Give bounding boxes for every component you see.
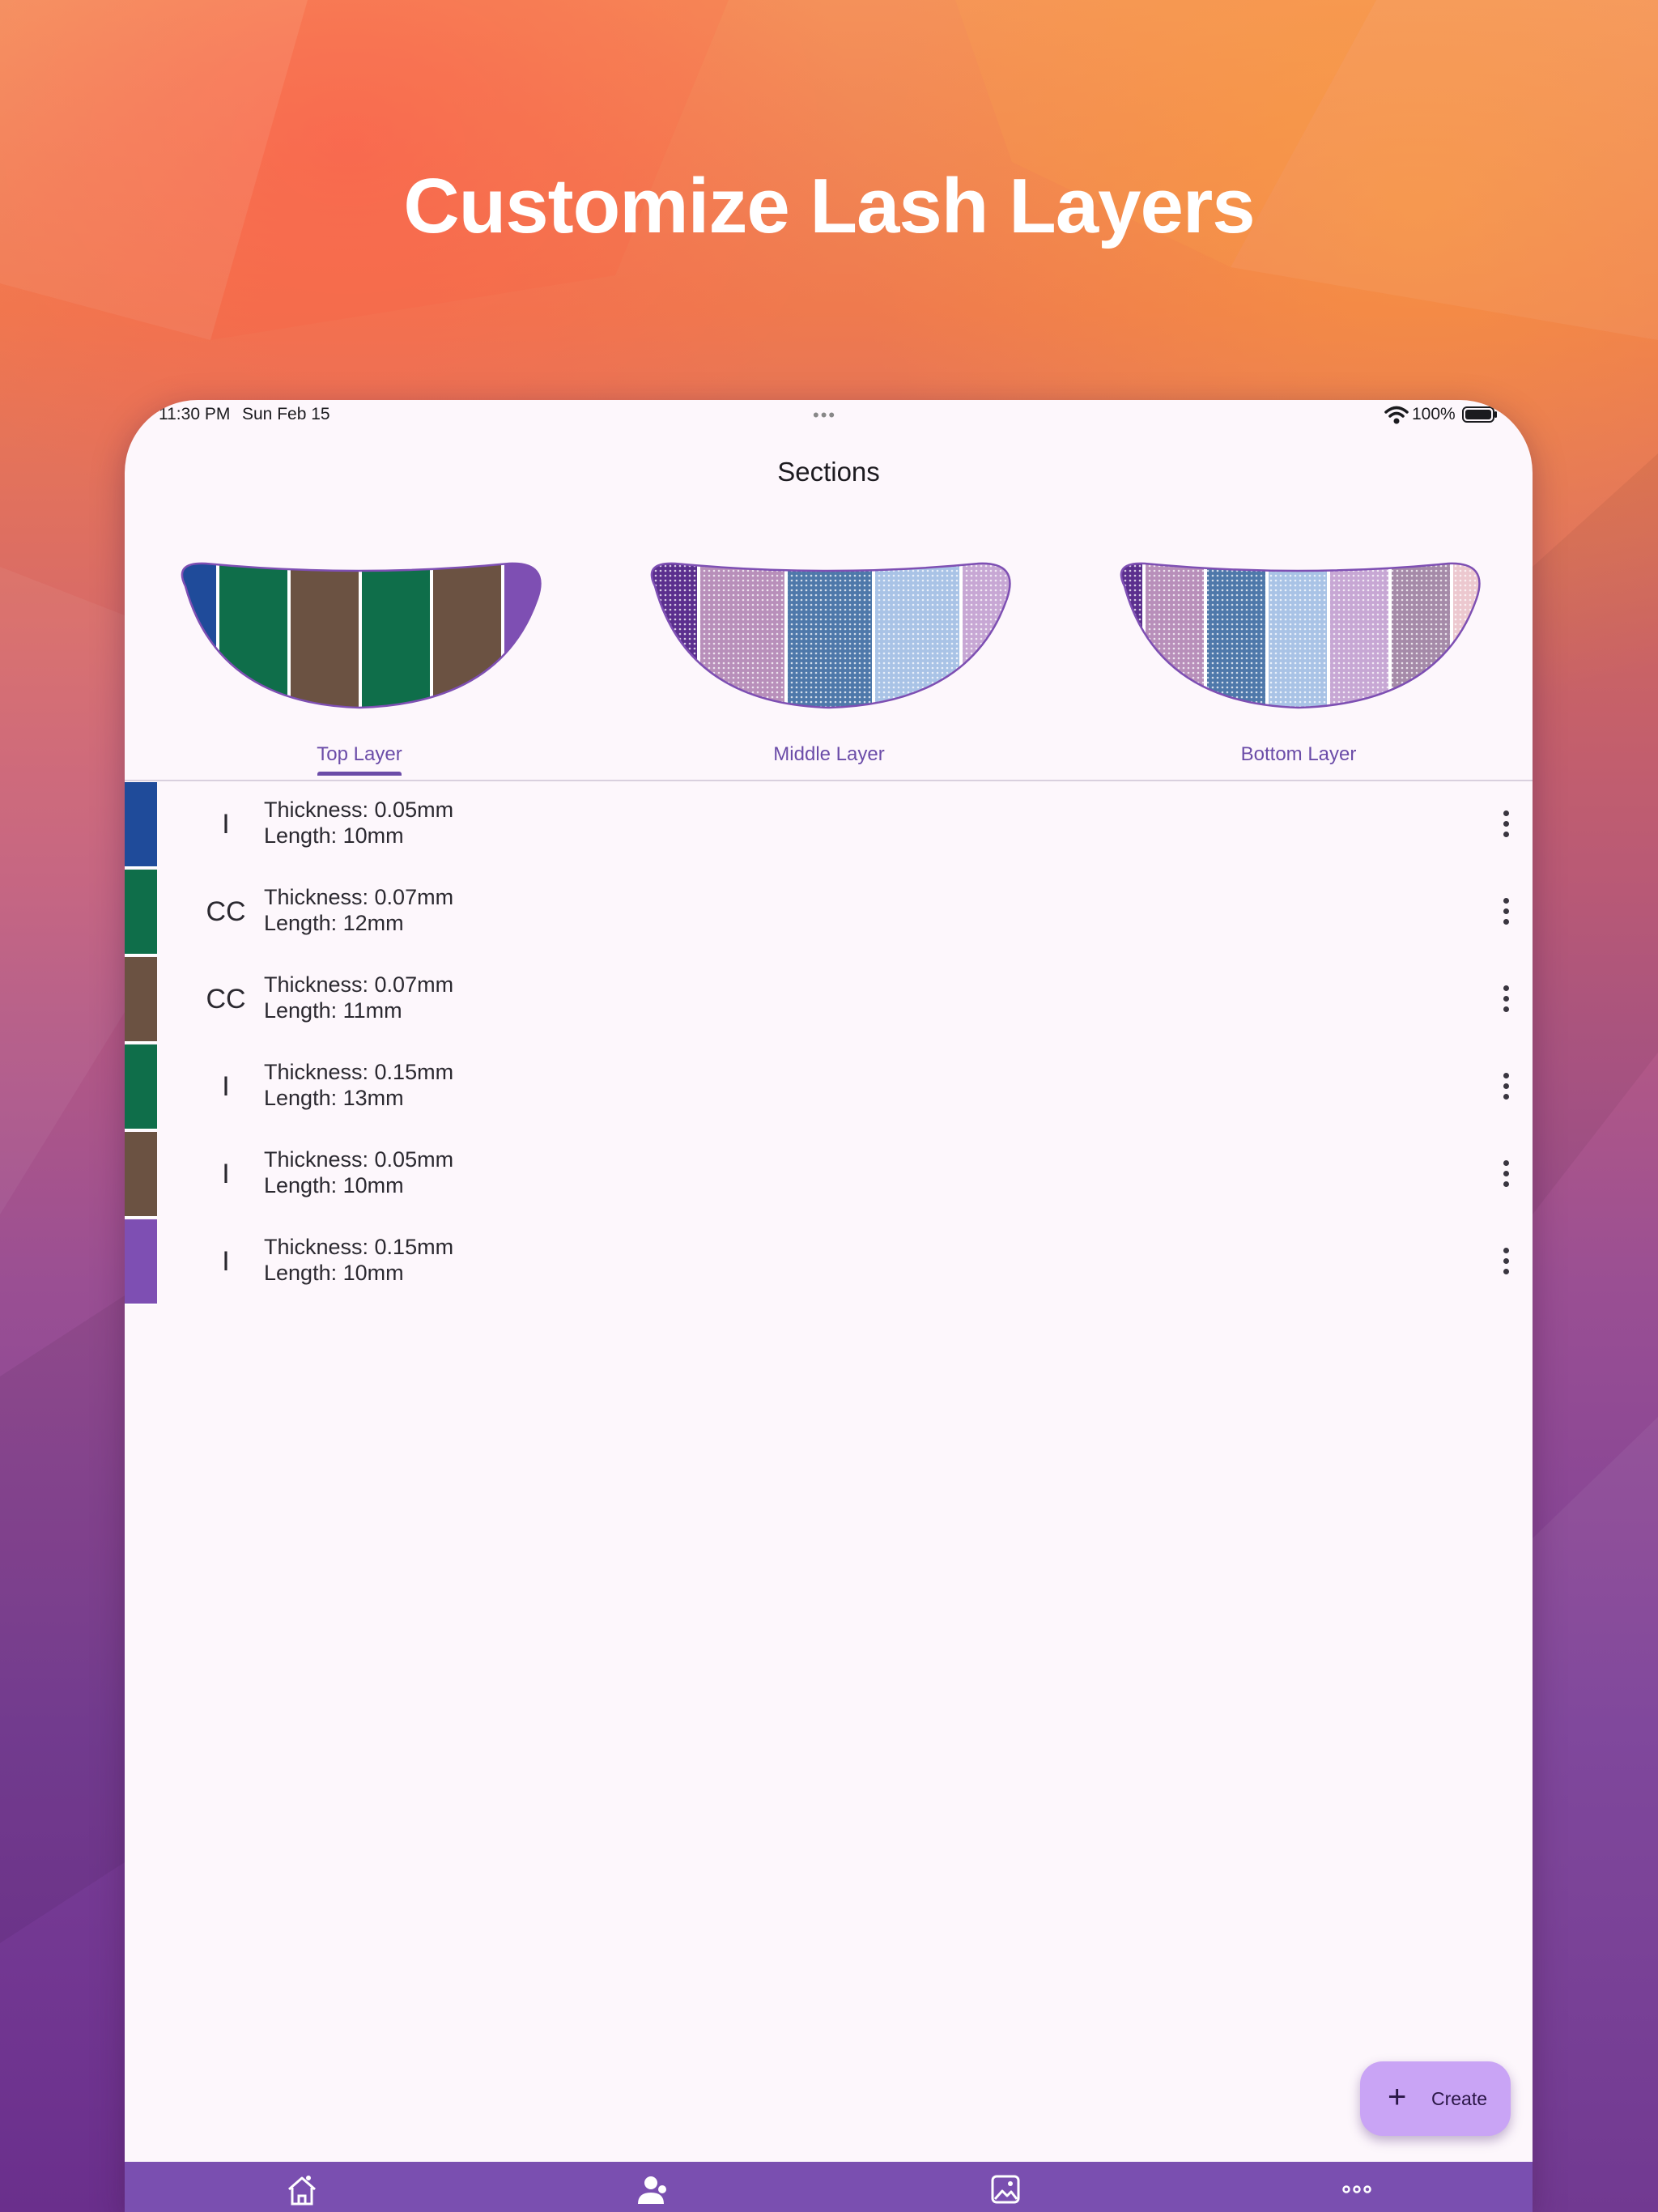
tab-label: Bottom Layer [1240,743,1357,765]
list-item[interactable]: I Thickness: 0.05mm Length: 10mm [125,781,1533,868]
status-bar: 11:30 PM Sun Feb 15 ••• 100% [125,400,1533,432]
section-info: Thickness: 0.05mm Length: 10mm [264,1146,453,1198]
length-text: Length: 10mm [264,1173,404,1197]
more-vert-icon[interactable] [1501,985,1511,1013]
thickness-text: Thickness: 0.05mm [264,798,454,822]
color-swatch [125,1219,157,1305]
thickness-text: Thickness: 0.07mm [264,972,454,997]
layer-tabs: Top Layer Middle Layer Bottom Layer [125,538,1533,781]
color-swatch [125,1132,157,1218]
status-date: Sun Feb 15 [242,405,330,423]
tab-middle-layer[interactable]: Middle Layer [594,538,1064,781]
color-swatch [125,870,157,955]
thickness-text: Thickness: 0.15mm [264,1235,454,1259]
length-text: Length: 10mm [264,1261,404,1285]
plus-icon: + [1388,2079,1407,2115]
section-info: Thickness: 0.07mm Length: 12mm [264,884,453,936]
list-item[interactable]: I Thickness: 0.15mm Length: 10mm [125,1218,1533,1305]
bottom-navigation [125,2162,1533,2212]
section-info: Thickness: 0.05mm Length: 10mm [264,797,453,849]
more-vert-icon[interactable] [1501,1248,1511,1275]
gallery-icon[interactable] [988,2172,1023,2207]
list-item[interactable]: I Thickness: 0.05mm Length: 10mm [125,1130,1533,1218]
tab-top-layer[interactable]: Top Layer [125,538,594,781]
thickness-text: Thickness: 0.07mm [264,885,454,909]
more-vert-icon[interactable] [1501,810,1511,838]
tablet-screen: 11:30 PM Sun Feb 15 ••• 100% Sections To… [125,400,1533,2212]
length-text: Length: 12mm [264,911,404,935]
color-swatch [125,1044,157,1130]
length-text: Length: 10mm [264,823,404,848]
clients-icon[interactable] [635,2172,670,2207]
tab-label: Middle Layer [773,743,885,765]
list-item[interactable]: CC Thickness: 0.07mm Length: 11mm [125,955,1533,1043]
tab-indicator [317,772,402,776]
middle-layer-diagram [650,562,1011,709]
create-button-label: Create [1431,2088,1488,2109]
length-text: Length: 13mm [264,1086,404,1110]
status-time: 11:30 PM [159,405,231,423]
color-swatch [125,957,157,1043]
list-item[interactable]: CC Thickness: 0.07mm Length: 12mm [125,868,1533,955]
top-layer-diagram [181,562,542,709]
more-vert-icon[interactable] [1501,898,1511,925]
thickness-text: Thickness: 0.05mm [264,1147,454,1172]
more-vert-icon[interactable] [1501,1160,1511,1188]
section-info: Thickness: 0.15mm Length: 10mm [264,1234,453,1286]
tab-bottom-layer[interactable]: Bottom Layer [1064,538,1533,781]
more-vert-icon[interactable] [1501,1073,1511,1100]
multitasking-dots-icon[interactable]: ••• [813,405,836,426]
more-icon[interactable] [1339,2172,1375,2207]
wifi-icon [1384,406,1409,424]
battery-percent: 100% [1412,405,1456,423]
section-info: Thickness: 0.07mm Length: 11mm [264,972,453,1023]
color-swatch [125,782,157,868]
page-title: Sections [777,457,880,487]
home-icon[interactable] [284,2172,320,2207]
length-text: Length: 11mm [264,998,402,1023]
tab-label: Top Layer [317,743,402,765]
thickness-text: Thickness: 0.15mm [264,1060,454,1084]
bottom-layer-diagram [1120,562,1481,709]
battery-icon [1462,406,1497,423]
list-item[interactable]: I Thickness: 0.15mm Length: 13mm [125,1043,1533,1130]
create-button[interactable]: + Create [1360,2061,1511,2136]
hero-title: Customize Lash Layers [403,163,1255,249]
section-info: Thickness: 0.15mm Length: 13mm [264,1059,453,1111]
